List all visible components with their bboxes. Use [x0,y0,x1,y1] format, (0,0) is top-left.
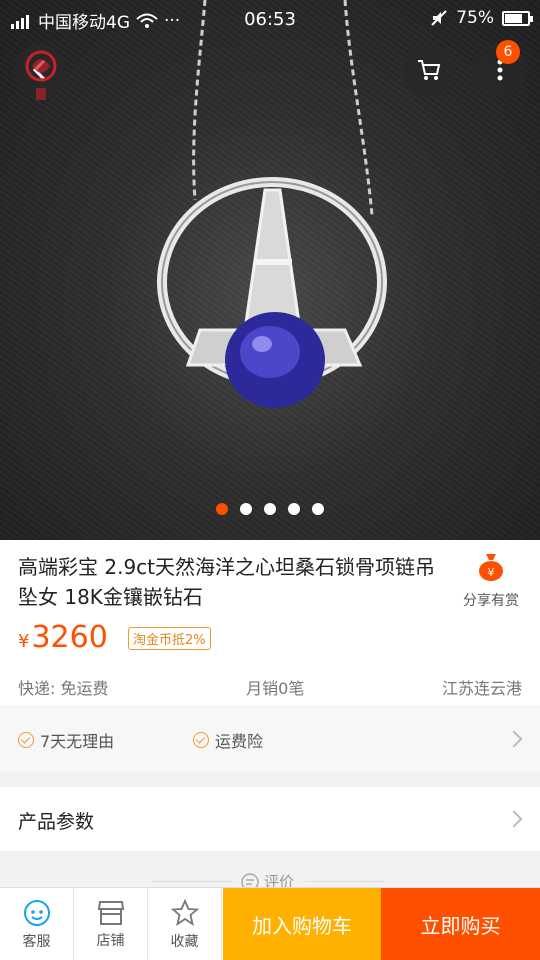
coin-discount-tag: 淘金币抵2% [128,627,211,650]
service-item-shipping-insurance: 运费险 [193,728,263,752]
currency-symbol: ¥ [18,631,30,652]
price-value: 3260 [31,620,108,655]
shop-label: 店铺 [96,932,125,949]
carousel-dot[interactable] [312,503,324,515]
price: ¥ 3260 [18,620,108,655]
service-label: 7天无理由 [40,732,115,751]
chat-bubble-icon [23,899,50,926]
favorite-label: 收藏 [170,933,199,950]
notification-badge: 6 [496,40,520,64]
params-label: 产品参数 [18,811,95,833]
chevron-right-icon [505,730,523,748]
mute-icon [431,10,447,26]
customer-service-button[interactable]: 客服 [0,888,74,960]
favorite-button[interactable]: 收藏 [148,888,222,960]
battery-percent: 75% [456,8,494,28]
cart-button[interactable] [403,44,455,96]
product-meta: 快递: 免运费 月销0笔 江苏连云港 [18,675,522,699]
service-item-return: 7天无理由 [18,728,114,752]
more-button[interactable]: 6 [474,40,526,96]
status-bar: 中国移动4G ··· 06:53 75% [0,0,540,38]
share-reward-label: 分享有赏 [463,593,519,609]
store-icon [97,900,124,925]
review-section-header: 评价 [0,851,540,891]
bottom-action-bar: 客服 店铺 收藏 加入购物车 立即购买 [0,887,540,960]
carousel-dot[interactable] [240,503,252,515]
carousel-dot[interactable] [288,503,300,515]
check-circle-icon [193,732,209,748]
battery-level [505,13,522,23]
ship-location: 江苏连云港 [441,679,522,698]
customer-service-label: 客服 [22,933,51,950]
carousel-dot[interactable] [264,503,276,515]
carousel-indicator[interactable] [0,503,540,515]
add-to-cart-button[interactable]: 加入购物车 [223,888,381,960]
battery-icon [502,10,533,26]
monthly-sales: 月销0笔 [246,679,305,698]
product-params-row[interactable]: 产品参数 [0,787,540,851]
shipping-info: 快递: 免运费 [18,679,109,698]
cart-icon [418,60,441,80]
divider-line [152,881,232,882]
money-bag-icon: ¥ [479,554,503,581]
divider-line [305,881,385,882]
product-info: 高端彩宝 2.9ct天然海洋之心坦桑石锁骨项链吊坠女 18K金镶嵌钻石 ¥ 分享… [0,540,540,705]
chevron-right-icon [505,810,523,828]
share-reward-button[interactable]: ¥ 分享有赏 [460,552,522,610]
check-circle-icon [18,732,34,748]
service-label: 运费险 [215,732,264,751]
shop-logo-watermark [25,50,57,100]
star-icon [170,898,199,926]
shop-button[interactable]: 店铺 [74,888,148,960]
svg-text:¥: ¥ [488,566,495,579]
product-image[interactable]: 中国移动4G ··· 06:53 75% 6 [0,0,540,540]
necklace-illustration [157,0,387,408]
carousel-dot[interactable] [216,503,228,515]
service-guarantees[interactable]: 7天无理由 运费险 [0,705,540,772]
product-title: 高端彩宝 2.9ct天然海洋之心坦桑石锁骨项链吊坠女 18K金镶嵌钻石 [18,555,436,609]
buy-now-button[interactable]: 立即购买 [381,888,540,960]
